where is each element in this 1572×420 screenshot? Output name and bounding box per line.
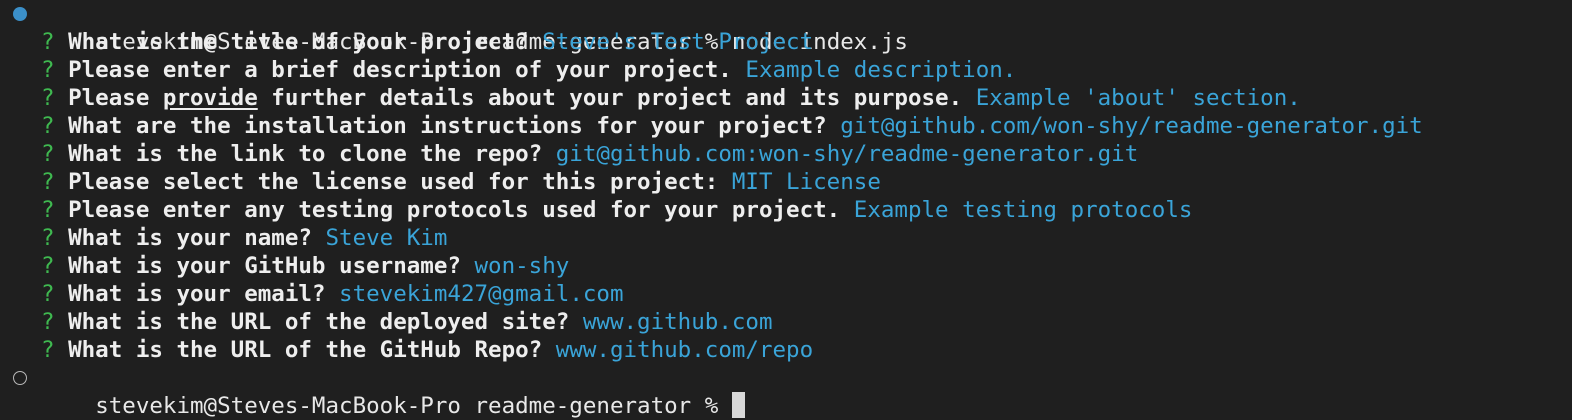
answer-text: won-shy xyxy=(474,253,570,279)
answer-text: Example description. xyxy=(745,57,1017,83)
question-mark: ? xyxy=(41,309,55,335)
question-text: Please select the license used for this … xyxy=(68,169,719,195)
qa-line-about: ? Please provide further details about y… xyxy=(0,84,1572,112)
answer-text: Steve Kim xyxy=(325,225,448,251)
prompt-directory: readme-generator xyxy=(474,393,692,419)
answer-text: Steve's Test Project xyxy=(542,29,814,55)
answer-text: Example testing protocols xyxy=(853,197,1193,223)
question-mark: ? xyxy=(41,225,55,251)
question-text-start: Please xyxy=(68,85,163,111)
answer-text: MIT License xyxy=(731,169,881,195)
question-text: What is your name? xyxy=(68,225,312,251)
qa-line-deployed-url: ? What is the URL of the deployed site? … xyxy=(0,308,1572,336)
question-text: What is your GitHub username? xyxy=(68,253,461,279)
qa-line-clone-link: ? What is the link to clone the repo? gi… xyxy=(0,140,1572,168)
question-text-underlined: provide xyxy=(162,85,258,111)
prompt-symbol: % xyxy=(704,393,719,419)
question-mark: ? xyxy=(41,169,55,195)
qa-line-name: ? What is your name? Steve Kim xyxy=(0,224,1572,252)
question-text: What is the title of your project? xyxy=(68,29,529,55)
question-text: What is your email? xyxy=(68,281,326,307)
question-text-end: further details about your project and i… xyxy=(257,85,963,111)
text-cursor xyxy=(731,391,745,418)
qa-line-license: ? Please select the license used for thi… xyxy=(0,168,1572,196)
qa-line-email: ? What is your email? stevekim427@gmail.… xyxy=(0,280,1572,308)
qa-line-title: ? What is the title of your project? Ste… xyxy=(0,28,1572,56)
answer-text[interactable]: git@github.com/won-shy/readme-generator.… xyxy=(840,113,1422,139)
question-mark: ? xyxy=(41,281,55,307)
question-mark: ? xyxy=(41,337,55,363)
question-mark: ? xyxy=(41,29,55,55)
question-text: Please enter a brief description of your… xyxy=(68,57,732,83)
question-text: Please enter any testing protocols used … xyxy=(68,197,841,223)
active-prompt-line[interactable]: stevekim@Steves-MacBook-Pro readme-gener… xyxy=(0,364,1572,419)
prompt-status-dot-icon[interactable] xyxy=(13,371,27,385)
question-text: What are the installation instructions f… xyxy=(68,113,827,139)
question-text: What is the URL of the deployed site? xyxy=(68,309,570,335)
qa-line-description: ? Please enter a brief description of yo… xyxy=(0,56,1572,84)
answer-text[interactable]: www.github.com xyxy=(583,309,773,335)
qa-line-installation: ? What are the installation instructions… xyxy=(0,112,1572,140)
question-mark: ? xyxy=(41,197,55,223)
qa-line-testing: ? Please enter any testing protocols use… xyxy=(0,196,1572,224)
prompt-user-host: stevekim@Steves-MacBook-Pro xyxy=(95,393,461,419)
question-mark: ? xyxy=(41,141,55,167)
terminal-panel[interactable]: stevekim@Steves-MacBook-Pro readme-gener… xyxy=(0,0,1572,420)
answer-text[interactable]: www.github.com/repo xyxy=(556,337,813,363)
question-mark: ? xyxy=(41,113,55,139)
qa-line-repo-url: ? What is the URL of the GitHub Repo? ww… xyxy=(0,336,1572,364)
question-mark: ? xyxy=(41,253,55,279)
answer-text: Example 'about' section. xyxy=(975,85,1301,111)
question-text: Please provide further details about you… xyxy=(68,85,962,111)
question-mark: ? xyxy=(41,57,55,83)
answer-text[interactable]: git@github.com:won-shy/readme-generator.… xyxy=(556,141,1138,167)
question-mark: ? xyxy=(41,85,55,111)
question-text: What is the URL of the GitHub Repo? xyxy=(68,337,543,363)
answer-text[interactable]: stevekim427@gmail.com xyxy=(339,281,623,307)
question-text: What is the link to clone the repo? xyxy=(68,141,543,167)
command-line: stevekim@Steves-MacBook-Pro readme-gener… xyxy=(0,0,1572,55)
qa-line-github-username: ? What is your GitHub username? won-shy xyxy=(0,252,1572,280)
command-status-dot-icon[interactable] xyxy=(13,7,27,21)
